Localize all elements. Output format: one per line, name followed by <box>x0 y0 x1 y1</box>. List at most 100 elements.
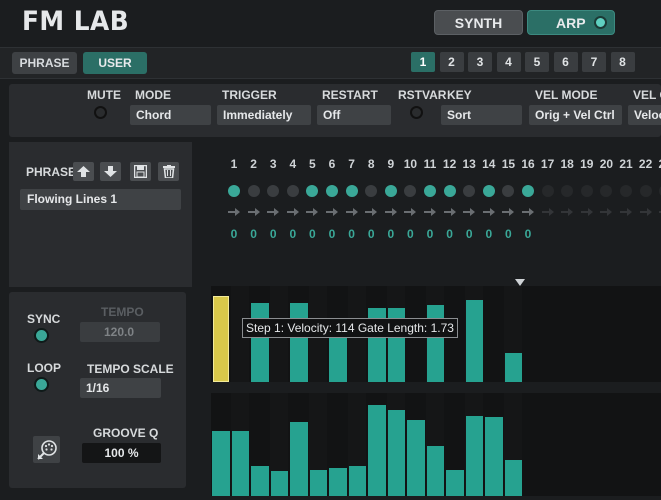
step-tie-icon[interactable] <box>561 208 574 216</box>
step-tie-icon[interactable] <box>600 208 613 216</box>
step-tie-icon[interactable] <box>541 208 554 216</box>
velocity-bar[interactable] <box>504 353 522 382</box>
step-led[interactable] <box>247 185 260 197</box>
midi-drag-button[interactable] <box>33 436 60 463</box>
velocity-bar[interactable] <box>290 303 308 382</box>
save-button[interactable] <box>130 162 151 181</box>
step-value[interactable]: 0 <box>246 227 262 241</box>
step-value[interactable]: 0 <box>500 227 516 241</box>
delete-button[interactable] <box>158 162 179 181</box>
step-tie-icon[interactable] <box>384 208 397 216</box>
step-value[interactable]: 0 <box>363 227 379 241</box>
gate-bar[interactable] <box>270 471 288 496</box>
step-tie-icon[interactable] <box>247 208 260 216</box>
gate-bar[interactable] <box>368 405 386 496</box>
restart-select[interactable]: Off <box>317 105 391 125</box>
gate-bar[interactable] <box>212 430 230 496</box>
gate-bar[interactable] <box>309 469 327 496</box>
step-tie-icon[interactable] <box>345 208 358 216</box>
arp-power-led-icon[interactable] <box>594 16 607 29</box>
step-value[interactable]: 0 <box>383 227 399 241</box>
step-value[interactable]: 0 <box>422 227 438 241</box>
step-led[interactable] <box>443 185 456 197</box>
tempo-field[interactable]: 120.0 <box>80 322 160 342</box>
move-up-button[interactable] <box>73 162 94 181</box>
loop-toggle[interactable] <box>34 377 49 392</box>
step-value[interactable]: 0 <box>520 227 536 241</box>
step-led[interactable] <box>600 185 613 197</box>
velc-select[interactable]: Veloc <box>628 105 661 125</box>
step-value[interactable]: 0 <box>226 227 242 241</box>
step-value[interactable]: 0 <box>285 227 301 241</box>
step-value[interactable]: 0 <box>481 227 497 241</box>
step-tie-icon[interactable] <box>228 208 240 216</box>
step-tie-icon[interactable] <box>306 208 319 216</box>
gate-bar[interactable] <box>387 410 405 496</box>
step-tie-icon[interactable] <box>620 208 632 216</box>
trigger-select[interactable]: Immediately <box>217 105 311 125</box>
slot-button-7[interactable]: 7 <box>582 52 606 72</box>
gate-bar[interactable] <box>504 459 522 496</box>
step-led[interactable] <box>404 185 417 197</box>
gate-bar[interactable] <box>485 417 503 496</box>
step-led[interactable] <box>384 185 397 197</box>
gate-bar[interactable] <box>407 420 425 496</box>
groove-field[interactable]: 100 % <box>82 443 161 463</box>
velocity-bar[interactable] <box>251 303 269 382</box>
step-led[interactable] <box>639 185 652 197</box>
gate-bar[interactable] <box>465 415 483 496</box>
step-tie-icon[interactable] <box>267 208 280 216</box>
key-select[interactable]: Sort <box>441 105 522 125</box>
gate-bar[interactable] <box>348 466 366 496</box>
step-value[interactable]: 0 <box>402 227 418 241</box>
step-tie-icon[interactable] <box>580 208 593 216</box>
rstvar-toggle[interactable] <box>410 106 423 119</box>
step-tie-icon[interactable] <box>365 208 378 216</box>
sync-toggle[interactable] <box>34 328 49 343</box>
gate-bar[interactable] <box>231 431 249 496</box>
velmode-select[interactable]: Orig + Vel Ctrl <box>529 105 622 125</box>
step-value[interactable]: 0 <box>265 227 281 241</box>
step-tie-icon[interactable] <box>424 208 436 216</box>
step-led[interactable] <box>228 185 240 197</box>
step-led[interactable] <box>267 185 280 197</box>
step-led[interactable] <box>286 185 299 197</box>
step-tie-icon[interactable] <box>639 208 652 216</box>
playhead-marker-icon[interactable] <box>515 279 525 286</box>
slot-button-2[interactable]: 2 <box>439 52 464 72</box>
step-tie-icon[interactable] <box>326 208 338 216</box>
tab-user[interactable]: USER <box>83 52 147 74</box>
step-tie-icon[interactable] <box>522 208 534 216</box>
tab-phrase[interactable]: PHRASE <box>12 52 77 74</box>
step-tie-icon[interactable] <box>443 208 456 216</box>
step-led[interactable] <box>365 185 378 197</box>
step-led[interactable] <box>345 185 358 197</box>
velocity-bar[interactable] <box>426 304 444 382</box>
phrase-name-field[interactable]: Flowing Lines 1 <box>20 189 181 210</box>
step-tie-icon[interactable] <box>404 208 417 216</box>
slot-button-3[interactable]: 3 <box>468 52 492 72</box>
step-tie-icon[interactable] <box>286 208 299 216</box>
step-value[interactable]: 0 <box>461 227 477 241</box>
tempo-scale-select[interactable]: 1/16 <box>80 378 161 398</box>
step-led[interactable] <box>482 185 495 197</box>
synth-button[interactable]: SYNTH <box>434 10 523 35</box>
step-tie-icon[interactable] <box>463 208 476 216</box>
gate-bar[interactable] <box>329 467 347 496</box>
step-led[interactable] <box>561 185 574 197</box>
step-led[interactable] <box>502 185 515 197</box>
arp-button[interactable]: ARP <box>527 10 615 35</box>
step-value[interactable]: 0 <box>344 227 360 241</box>
move-down-button[interactable] <box>100 162 121 181</box>
step-led[interactable] <box>463 185 476 197</box>
step-led[interactable] <box>424 185 436 197</box>
velocity-bar[interactable] <box>213 295 229 382</box>
step-led[interactable] <box>620 185 632 197</box>
step-tie-icon[interactable] <box>502 208 515 216</box>
step-led[interactable] <box>522 185 534 197</box>
gate-bar[interactable] <box>290 421 308 496</box>
gate-bar[interactable] <box>426 445 444 496</box>
slot-button-4[interactable]: 4 <box>496 52 521 72</box>
mute-toggle[interactable] <box>94 106 107 119</box>
step-led[interactable] <box>306 185 319 197</box>
